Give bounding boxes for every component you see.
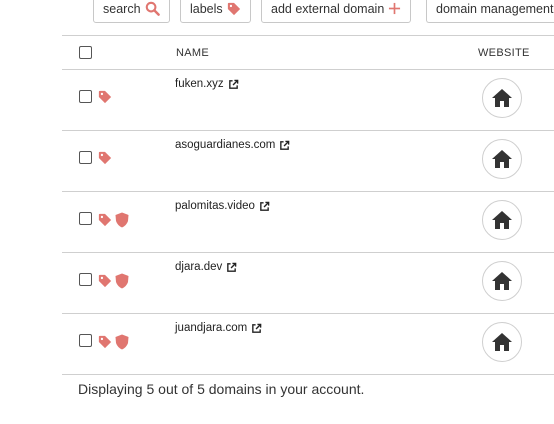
labels-button[interactable]: labels [180,0,251,23]
home-icon [492,211,512,229]
website-button[interactable] [482,261,522,301]
labels-button-label: labels [190,1,223,16]
tag-icon[interactable] [98,151,112,165]
domain-link[interactable]: juandjara.com [175,322,262,334]
website-button[interactable] [482,139,522,179]
domain-name: fuken.xyz [175,78,224,90]
row-icons [98,90,112,104]
table-row: juandjara.com [62,314,554,375]
external-link-icon [260,201,270,211]
row-divider [62,374,554,375]
select-all-checkbox[interactable] [79,46,92,59]
domain-name: asoguardianes.com [175,139,276,151]
row-icons [98,212,129,228]
domain-name: palomitas.video [175,200,255,212]
table-header: NAME WEBSITE [62,35,554,70]
column-header-name: NAME [176,47,209,59]
domain-link[interactable]: fuken.xyz [175,78,239,90]
row-checkbox[interactable] [79,334,92,347]
external-link-icon [280,140,290,150]
table-row: asoguardianes.com [62,131,554,192]
row-checkbox[interactable] [79,212,92,225]
row-icons [98,334,129,350]
website-button[interactable] [482,200,522,240]
row-icons [98,273,129,289]
website-button[interactable] [482,322,522,362]
table-row: djara.dev [62,253,554,314]
shield-icon[interactable] [115,212,129,228]
column-header-website: WEBSITE [478,47,530,59]
home-icon [492,333,512,351]
add-external-domain-label: add external domain [271,1,385,16]
row-checkbox[interactable] [79,151,92,164]
external-link-icon [227,262,237,272]
add-external-domain-button[interactable]: add external domain [261,0,412,23]
home-icon [492,89,512,107]
row-checkbox[interactable] [79,90,92,103]
tag-icon[interactable] [98,90,112,104]
external-link-icon [252,323,262,333]
domain-name: juandjara.com [175,322,248,334]
search-icon [145,1,160,16]
home-icon [492,272,512,290]
domain-management-button[interactable]: domain management [426,0,554,23]
tag-icon[interactable] [98,335,112,349]
domains-count-text: Displaying 5 out of 5 domains in your ac… [78,381,365,397]
row-icons [98,151,112,165]
tag-icon[interactable] [98,213,112,227]
shield-icon[interactable] [115,273,129,289]
external-link-icon [228,79,238,89]
shield-icon[interactable] [115,334,129,350]
domain-name: djara.dev [175,261,223,273]
table-row: fuken.xyz [62,70,554,131]
domain-management-label: domain management [436,1,554,16]
website-button[interactable] [482,78,522,118]
tag-icon [227,2,240,15]
domain-link[interactable]: asoguardianes.com [175,139,290,151]
home-icon [492,150,512,168]
search-button-label: search [103,1,141,16]
search-button[interactable]: search [93,0,170,23]
plus-icon [389,2,401,15]
table-row: palomitas.video [62,192,554,253]
tag-icon[interactable] [98,274,112,288]
domain-link[interactable]: djara.dev [175,261,237,273]
row-checkbox[interactable] [79,273,92,286]
domain-link[interactable]: palomitas.video [175,200,270,212]
